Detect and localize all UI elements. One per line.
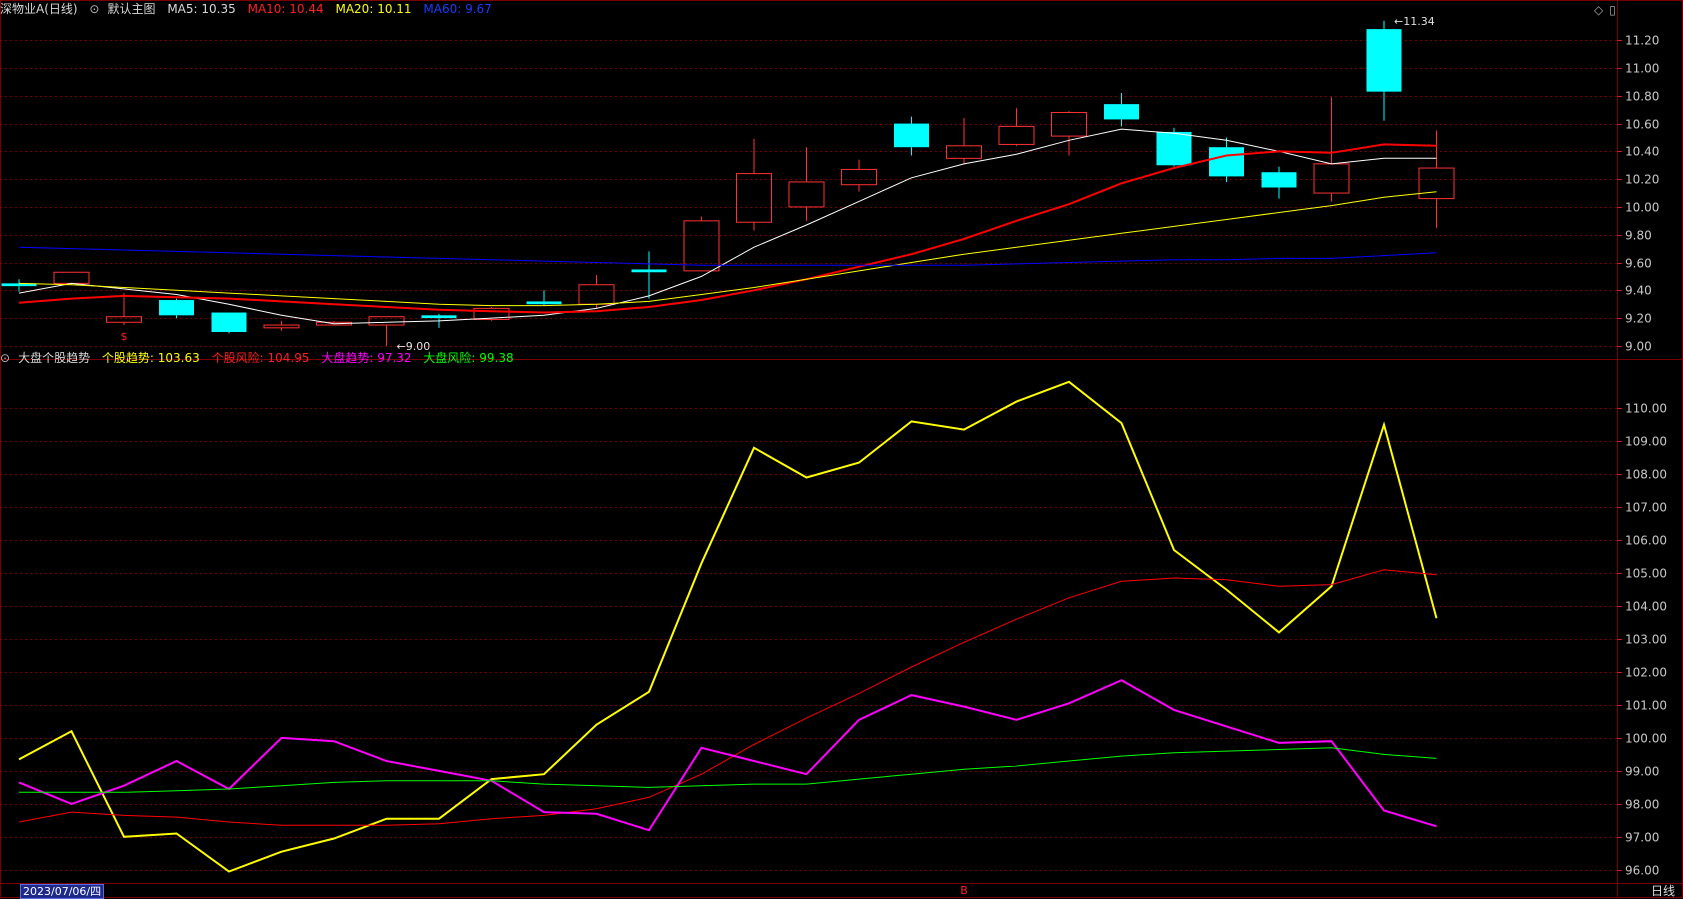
market-trend-readout: 大盘趋势: 97.32: [321, 351, 412, 365]
indicator-axis-tick-label: 108.00: [1625, 468, 1667, 482]
ma5-readout: MA5: 10.35: [167, 2, 236, 16]
candle-body-up: [53, 271, 90, 284]
outer-frame: [0, 0, 1683, 898]
price-axis-tick-label: 10.00: [1625, 201, 1659, 215]
candle-body-down: [1261, 172, 1297, 188]
collapse-icon[interactable]: ⊙: [0, 349, 10, 367]
price-axis-tick-label: 9.20: [1625, 312, 1652, 326]
candle-body-down: [1366, 29, 1402, 92]
diamond-icon[interactable]: ◇: [1594, 3, 1603, 17]
indicator-axis-tick-label: 103.00: [1625, 633, 1667, 647]
ma60-readout: MA60: 9.67: [423, 2, 492, 16]
candle-body-down: [1156, 131, 1192, 166]
ma60-line: [18, 246, 1437, 266]
chart-canvas[interactable]: 9.00 9.20 9.40 9.60 9.80 10.00 10.20 10.40 10.60…: [0, 0, 1683, 898]
indicator-axis-tick-label: 107.00: [1625, 501, 1667, 515]
signal-marker: $: [121, 330, 128, 343]
indicator-axis-tick-label: 105.00: [1625, 567, 1667, 581]
indicator-axis-tick-label: 101.00: [1625, 699, 1667, 713]
price-axis-tick-label: 10.20: [1625, 173, 1659, 187]
stock-risk-readout: 个股风险: 104.95: [211, 351, 310, 365]
stock-trend-readout: 个股趋势: 103.63: [101, 351, 200, 365]
candle-body-up: [106, 316, 142, 323]
candle-body-up: [946, 145, 982, 159]
price-axis-tick-label: 9.40: [1625, 284, 1652, 298]
price-axis-tick-label: 11.20: [1625, 34, 1659, 48]
candle-body-up: [578, 284, 615, 305]
candle-body-down: [894, 123, 929, 148]
candle-body-up: [736, 173, 772, 223]
price-axis-tick-label: 9.80: [1625, 229, 1652, 243]
ma10-readout: MA10: 10.44: [247, 2, 324, 16]
candle-body-up: [841, 168, 877, 186]
market-risk-readout: 大盘风险: 99.38: [423, 351, 514, 365]
indicator-axis-tick-label: 96.00: [1625, 864, 1659, 878]
candle-body-down: [421, 315, 457, 319]
ma20-readout: MA20: 10.11: [335, 2, 412, 16]
ma20-line: [18, 191, 1437, 307]
candle-body-down: [211, 312, 247, 332]
stock-name[interactable]: 深物业A(日线): [0, 2, 78, 16]
candle-body-up: [368, 316, 405, 326]
candle-body-up: [1418, 167, 1455, 200]
template-selector[interactable]: ⊙ 默认主图: [89, 2, 155, 16]
candle-body-down: [1209, 147, 1244, 177]
candle-body-up: [998, 125, 1035, 145]
candle-body-up: [263, 324, 300, 329]
price-axis-tick-label: 9.60: [1625, 257, 1652, 271]
price-axis-tick-label: 10.80: [1625, 90, 1659, 104]
main-panel-header: 深物业A(日线) ⊙ 默认主图 MA5: 10.35 MA10: 10.44 MA…: [0, 0, 500, 18]
indicator-axis-tick-label: 106.00: [1625, 534, 1667, 548]
candle-body-up: [788, 181, 825, 208]
price-axis-tick-label: 10.40: [1625, 145, 1659, 159]
indicator-axis-tick-label: 99.00: [1625, 765, 1659, 779]
indicator-axis-tick-label: 110.00: [1625, 402, 1667, 416]
indicator-name[interactable]: ⊙ 大盘个股趋势: [0, 351, 90, 365]
candle-body-down: [1104, 104, 1139, 120]
date-cursor-label: 2023/07/06/四: [20, 884, 105, 899]
indicator-axis-tick-label: 97.00: [1625, 831, 1659, 845]
indicator-axis-tick-label: 102.00: [1625, 666, 1667, 680]
candle-body-up: [1313, 163, 1350, 194]
indicator-axis-tick-label: 109.00: [1625, 435, 1667, 449]
price-axis-tick-label: 10.60: [1625, 118, 1659, 132]
collapse-icon[interactable]: ⊙: [89, 0, 99, 18]
indicator-axis-tick-label: 98.00: [1625, 798, 1659, 812]
price-axis-tick-label: 11.00: [1625, 62, 1659, 76]
extreme-price-label: ←11.34: [1394, 15, 1435, 28]
scrollbar-handle-icon[interactable]: ▯: [1609, 3, 1616, 17]
candle-body-down: [631, 269, 667, 273]
stock-trend-line: [18, 380, 1438, 873]
price-axis-tick-label: 9.00: [1625, 340, 1652, 354]
candle-body-down: [159, 300, 194, 316]
candle-body-down: [526, 301, 562, 305]
period-tab[interactable]: 日线: [1651, 884, 1675, 898]
signal-marker: B: [960, 884, 968, 897]
indicator-axis-tick-label: 104.00: [1625, 600, 1667, 614]
sub-panel-header: ⊙ 大盘个股趋势 个股趋势: 103.63 个股风险: 104.95 大盘趋势: …: [0, 349, 522, 367]
indicator-axis-tick-label: 100.00: [1625, 732, 1667, 746]
market-trend-line: [18, 679, 1437, 832]
panel-tools: ◇ ▯: [1594, 1, 1624, 19]
